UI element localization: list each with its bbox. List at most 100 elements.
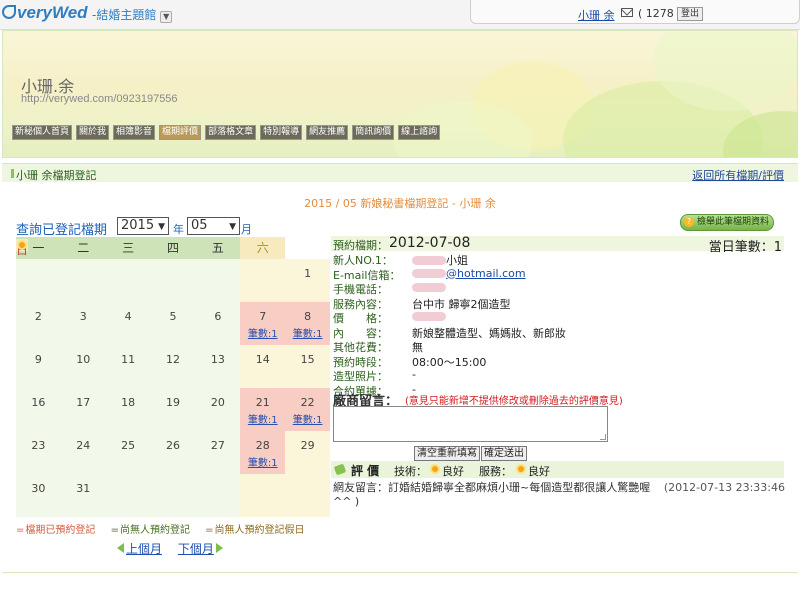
review-text: 網友留言：訂婚結婚歸寧全都麻煩小珊~每個造型都很讓人驚艷喔^^ ) — [333, 481, 651, 508]
vendor-message-input[interactable] — [333, 406, 608, 442]
calendar-day[interactable]: 3 — [60, 302, 106, 345]
calendar-day[interactable]: 24 — [60, 431, 106, 474]
day-number: 28 — [255, 439, 270, 452]
arrow-right-icon — [215, 543, 223, 553]
rating-bar: 評 價 技術： 良好 服務： 良好 — [331, 461, 784, 478]
calendar-day[interactable]: 12 — [150, 345, 196, 388]
calendar-day[interactable]: 14 — [240, 345, 286, 388]
day-number: 24 — [76, 439, 91, 452]
weekday-tue: 二 — [60, 237, 106, 259]
calendar-day[interactable]: 18 — [105, 388, 151, 431]
section-title-bar: 小珊 余檔期登記 返回所有檔期/評價 — [2, 163, 798, 182]
report-button[interactable]: 檢舉此筆檔期資料 — [680, 214, 775, 231]
calendar-week: 1 — [16, 259, 331, 302]
calendar-day[interactable]: 4 — [105, 302, 151, 345]
month-select[interactable]: 05 ▼ — [187, 217, 240, 235]
back-all-link[interactable]: 返回所有檔期/評價 — [692, 167, 784, 183]
day-number: 3 — [79, 310, 87, 323]
calendar-day[interactable]: 22 筆數:1 — [285, 388, 331, 431]
chevron-down-icon: ▼ — [229, 222, 236, 232]
day-number: 1 — [304, 267, 312, 280]
calendar-day[interactable]: 1 — [285, 259, 331, 302]
year-select[interactable]: 2015 ▼ — [117, 217, 169, 235]
nav-schedule[interactable]: 檔期評價 — [159, 125, 202, 140]
redacted-mask — [412, 283, 446, 292]
next-month-link[interactable]: 下個月 — [178, 542, 223, 556]
site-logo[interactable]: veryWed — [2, 3, 88, 23]
submit-button[interactable]: 確定送出 — [481, 446, 527, 461]
day-number: 6 — [214, 310, 222, 323]
booking-count-link[interactable]: 筆數:1 — [240, 325, 285, 340]
booking-count-link[interactable]: 筆數:1 — [285, 325, 330, 340]
calendar-week: 9 10 11 12 13 14 15 — [16, 345, 331, 388]
booking-count-link[interactable]: 筆數:1 — [240, 454, 285, 469]
calendar-day[interactable]: 8 筆數:1 — [285, 302, 331, 345]
logo-mark-icon — [2, 5, 16, 19]
nav-blog[interactable]: 部落格文章 — [205, 125, 257, 140]
calendar-day — [150, 259, 196, 302]
legend-free-label: 尚無人預約登記 — [119, 525, 190, 536]
day-number: 5 — [169, 310, 177, 323]
calendar-day[interactable]: 7 筆數:1 — [240, 302, 286, 345]
month-value: 05 — [191, 218, 208, 233]
chevron-down-icon[interactable]: ▼ — [160, 11, 173, 23]
calendar-day[interactable]: 9 — [16, 345, 61, 388]
booking-count-link[interactable]: 筆數:1 — [285, 411, 330, 426]
calendar-day[interactable]: 13 — [195, 345, 241, 388]
sun-icon — [515, 463, 527, 475]
calendar-day[interactable]: 16 — [16, 388, 61, 431]
arrow-left-icon — [117, 543, 124, 553]
detail-rows: 新人NO.1： 小姐 E-mail信箱： @hotmail.com 手機電話： 服務內容：… — [331, 251, 784, 398]
calendar-day[interactable]: 25 — [105, 431, 151, 474]
calendar-day[interactable]: 11 — [105, 345, 151, 388]
calendar-day[interactable]: 30 — [16, 474, 61, 517]
calendar-week: 2 3 4 5 6 7 筆數:1 8 筆數:1 — [16, 302, 331, 345]
calendar-day[interactable]: 10 — [60, 345, 106, 388]
redacted-mask — [412, 312, 446, 321]
calendar-day[interactable]: 5 — [150, 302, 196, 345]
mail-icon[interactable] — [621, 8, 633, 17]
nav-album[interactable]: 相簿影音 — [113, 125, 156, 140]
calendar-day[interactable]: 6 — [195, 302, 241, 345]
booking-count-link[interactable]: 筆數:1 — [240, 411, 285, 426]
calendar-day[interactable]: 15 — [285, 345, 331, 388]
legend-free: =尚無人預約登記 — [110, 525, 190, 536]
calendar-day[interactable]: 31 — [60, 474, 106, 517]
calendar-day[interactable]: 2 — [16, 302, 61, 345]
nav-special[interactable]: 特別報導 — [260, 125, 303, 140]
calendar-day[interactable]: 28 筆數:1 — [240, 431, 286, 474]
calendar-day[interactable]: 26 — [150, 431, 196, 474]
calendar-day[interactable]: 23 — [16, 431, 61, 474]
calendar-day[interactable]: 17 — [60, 388, 106, 431]
tech-label: 技術： — [394, 465, 427, 478]
day-number: 14 — [255, 353, 270, 366]
day-number: 16 — [31, 396, 46, 409]
calendar-day[interactable]: 29 — [285, 431, 331, 474]
day-number: 7 — [259, 310, 267, 323]
username-link[interactable]: 小珊 余 — [578, 7, 615, 23]
logout-button[interactable]: 登出 — [677, 7, 704, 21]
weekday-sun: 日 — [16, 239, 28, 257]
detail-value[interactable]: @hotmail.com — [412, 267, 526, 280]
calendar-header: 一 二 三 四 五 六 日 — [16, 237, 330, 259]
prev-month-link[interactable]: 上個月 — [117, 542, 162, 556]
day-number: 17 — [76, 396, 91, 409]
nav-home[interactable]: 新秘個人首頁 — [12, 125, 73, 140]
calendar-day[interactable]: 27 — [195, 431, 241, 474]
detail-value: - — [412, 368, 416, 381]
detail-row: 新人NO.1： 小姐 — [331, 251, 784, 267]
calendar-day — [195, 259, 241, 302]
detail-row: 其他花費：無 — [331, 338, 784, 354]
calendar-day — [240, 259, 286, 302]
calendar-day[interactable]: 19 — [150, 388, 196, 431]
clear-button[interactable]: 清空重新填寫 — [414, 446, 480, 461]
mail-count: ( 1278 ) — [638, 7, 682, 20]
theme-menu[interactable]: -結婚主題館 ▼ — [92, 6, 173, 23]
nav-sms[interactable]: 簡訊詢價 — [352, 125, 395, 140]
nav-about[interactable]: 關於我 — [76, 125, 110, 140]
day-number: 4 — [124, 310, 132, 323]
nav-recommend[interactable]: 網友推薦 — [306, 125, 349, 140]
nav-consult[interactable]: 線上諮詢 — [398, 125, 441, 140]
calendar-day[interactable]: 20 — [195, 388, 241, 431]
calendar-day[interactable]: 21 筆數:1 — [240, 388, 286, 431]
